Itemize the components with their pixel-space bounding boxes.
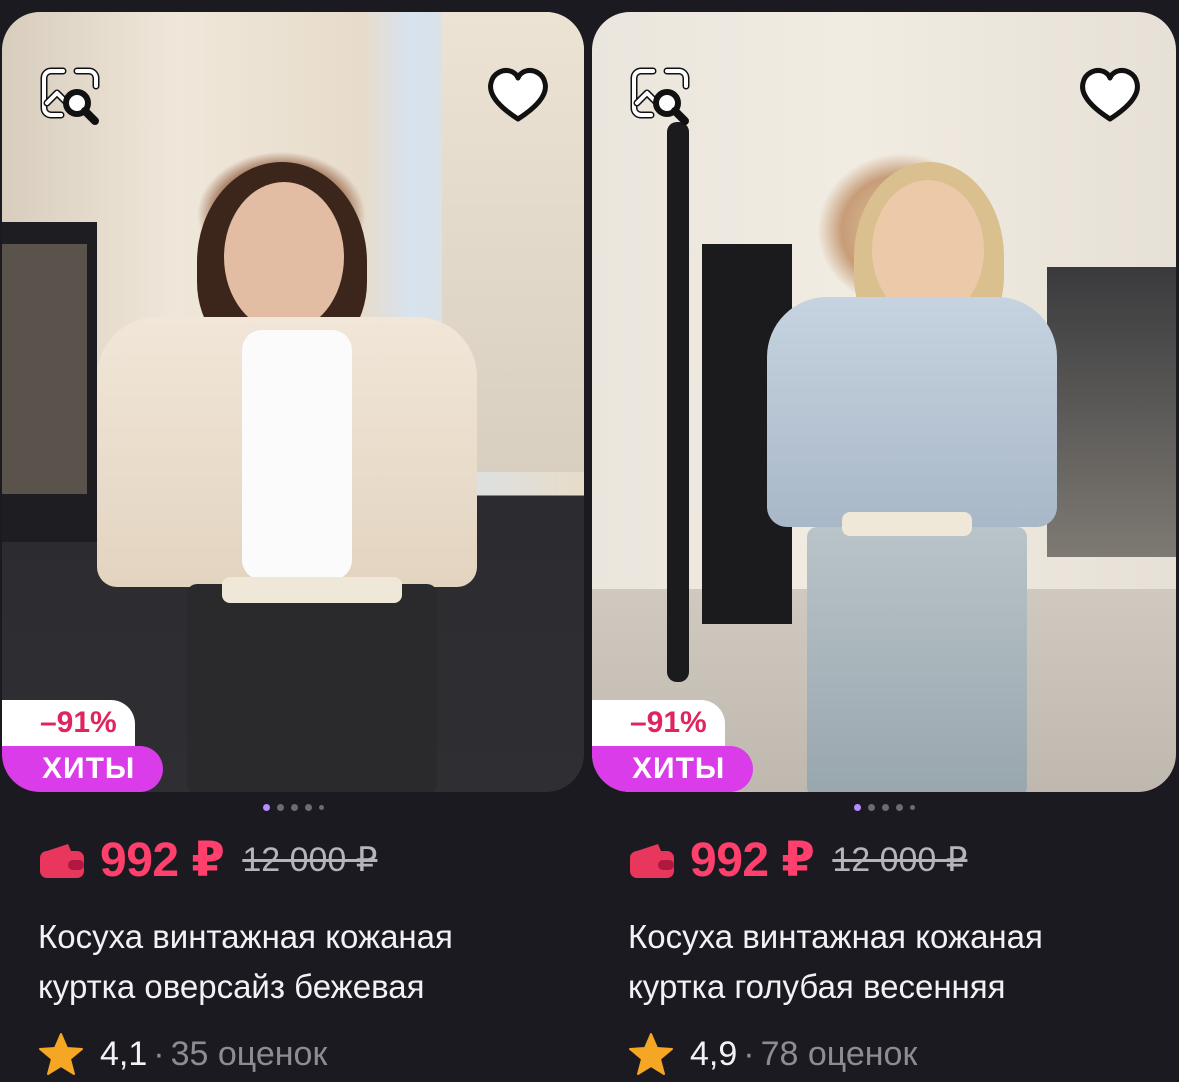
photo-background-shop-window bbox=[1047, 267, 1176, 557]
rating-row: 4,1 · 35 оценок bbox=[38, 1032, 327, 1076]
image-search-icon bbox=[40, 67, 100, 125]
product-title[interactable]: Косуха винтажная кожаная куртка оверсайз… bbox=[38, 912, 558, 1012]
pagination-dot bbox=[909, 805, 915, 810]
pagination-dot bbox=[290, 804, 298, 811]
star-icon bbox=[628, 1032, 674, 1076]
price-row: 992 ₽ 12 000 ₽ bbox=[38, 832, 377, 888]
rating-separator: · bbox=[743, 1034, 755, 1073]
product-title-line: Косуха винтажная кожаная bbox=[38, 918, 453, 955]
rating-separator: · bbox=[153, 1034, 165, 1073]
favorite-button[interactable] bbox=[480, 58, 556, 134]
product-title-line: куртка голубая весенняя bbox=[628, 968, 1006, 1005]
photo-tshirt bbox=[242, 330, 352, 580]
discount-badge: –91% bbox=[2, 700, 135, 746]
product-photo[interactable]: –91% ХИТЫ bbox=[592, 12, 1176, 792]
product-title[interactable]: Косуха винтажная кожаная куртка голубая … bbox=[628, 912, 1148, 1012]
pagination-dot-active bbox=[853, 804, 861, 811]
wallet-icon bbox=[38, 840, 86, 880]
current-price: 992 ₽ bbox=[100, 834, 225, 887]
image-search-button[interactable] bbox=[622, 58, 698, 134]
price-row: 992 ₽ 12 000 ₽ bbox=[628, 832, 967, 888]
wallet-icon bbox=[628, 840, 676, 880]
image-search-icon bbox=[630, 67, 690, 125]
product-photo[interactable]: –91% ХИТЫ bbox=[2, 12, 584, 792]
photo-background-shop-window bbox=[2, 244, 87, 494]
photo-model-face bbox=[224, 182, 344, 332]
heart-icon bbox=[488, 68, 548, 122]
pagination-dot bbox=[895, 804, 903, 811]
pagination-dot bbox=[318, 805, 324, 810]
star-icon bbox=[38, 1032, 84, 1076]
pagination-dot-active bbox=[262, 804, 270, 811]
heart-icon bbox=[1080, 68, 1140, 122]
pagination-dot bbox=[276, 804, 284, 811]
rating-value: 4,1 bbox=[100, 1034, 148, 1073]
photo-pants bbox=[187, 584, 437, 792]
reviews-count: 78 оценок bbox=[760, 1034, 918, 1073]
pagination-dot bbox=[304, 804, 312, 811]
pagination-dot bbox=[881, 804, 889, 811]
photo-pagination bbox=[2, 804, 584, 811]
photo-background-lamp-post bbox=[667, 122, 689, 682]
photo-belt bbox=[222, 577, 402, 603]
image-search-button[interactable] bbox=[32, 58, 108, 134]
hits-badge: ХИТЫ bbox=[2, 746, 164, 792]
reviews-count: 35 оценок bbox=[170, 1034, 328, 1073]
photo-jacket bbox=[767, 297, 1057, 527]
favorite-button[interactable] bbox=[1072, 58, 1148, 134]
photo-pants bbox=[807, 527, 1027, 792]
discount-badge: –91% bbox=[592, 700, 725, 746]
old-price: 12 000 ₽ bbox=[832, 841, 968, 879]
photo-belt bbox=[842, 512, 972, 536]
product-title-line: куртка оверсайз бежевая bbox=[38, 968, 425, 1005]
rating-value: 4,9 bbox=[690, 1034, 738, 1073]
product-title-line: Косуха винтажная кожаная bbox=[628, 918, 1043, 955]
current-price: 992 ₽ bbox=[690, 834, 815, 887]
rating-row: 4,9 · 78 оценок bbox=[628, 1032, 917, 1076]
product-card[interactable]: –91% ХИТЫ 992 ₽ 12 000 ₽ Косуха винтажна… bbox=[592, 12, 1176, 1082]
pagination-dot bbox=[867, 804, 875, 811]
product-card[interactable]: –91% ХИТЫ 992 ₽ 12 000 ₽ Косуха винтажна… bbox=[2, 12, 584, 1082]
photo-pagination bbox=[592, 804, 1176, 811]
hits-badge: ХИТЫ bbox=[592, 746, 754, 792]
old-price: 12 000 ₽ bbox=[242, 841, 378, 879]
